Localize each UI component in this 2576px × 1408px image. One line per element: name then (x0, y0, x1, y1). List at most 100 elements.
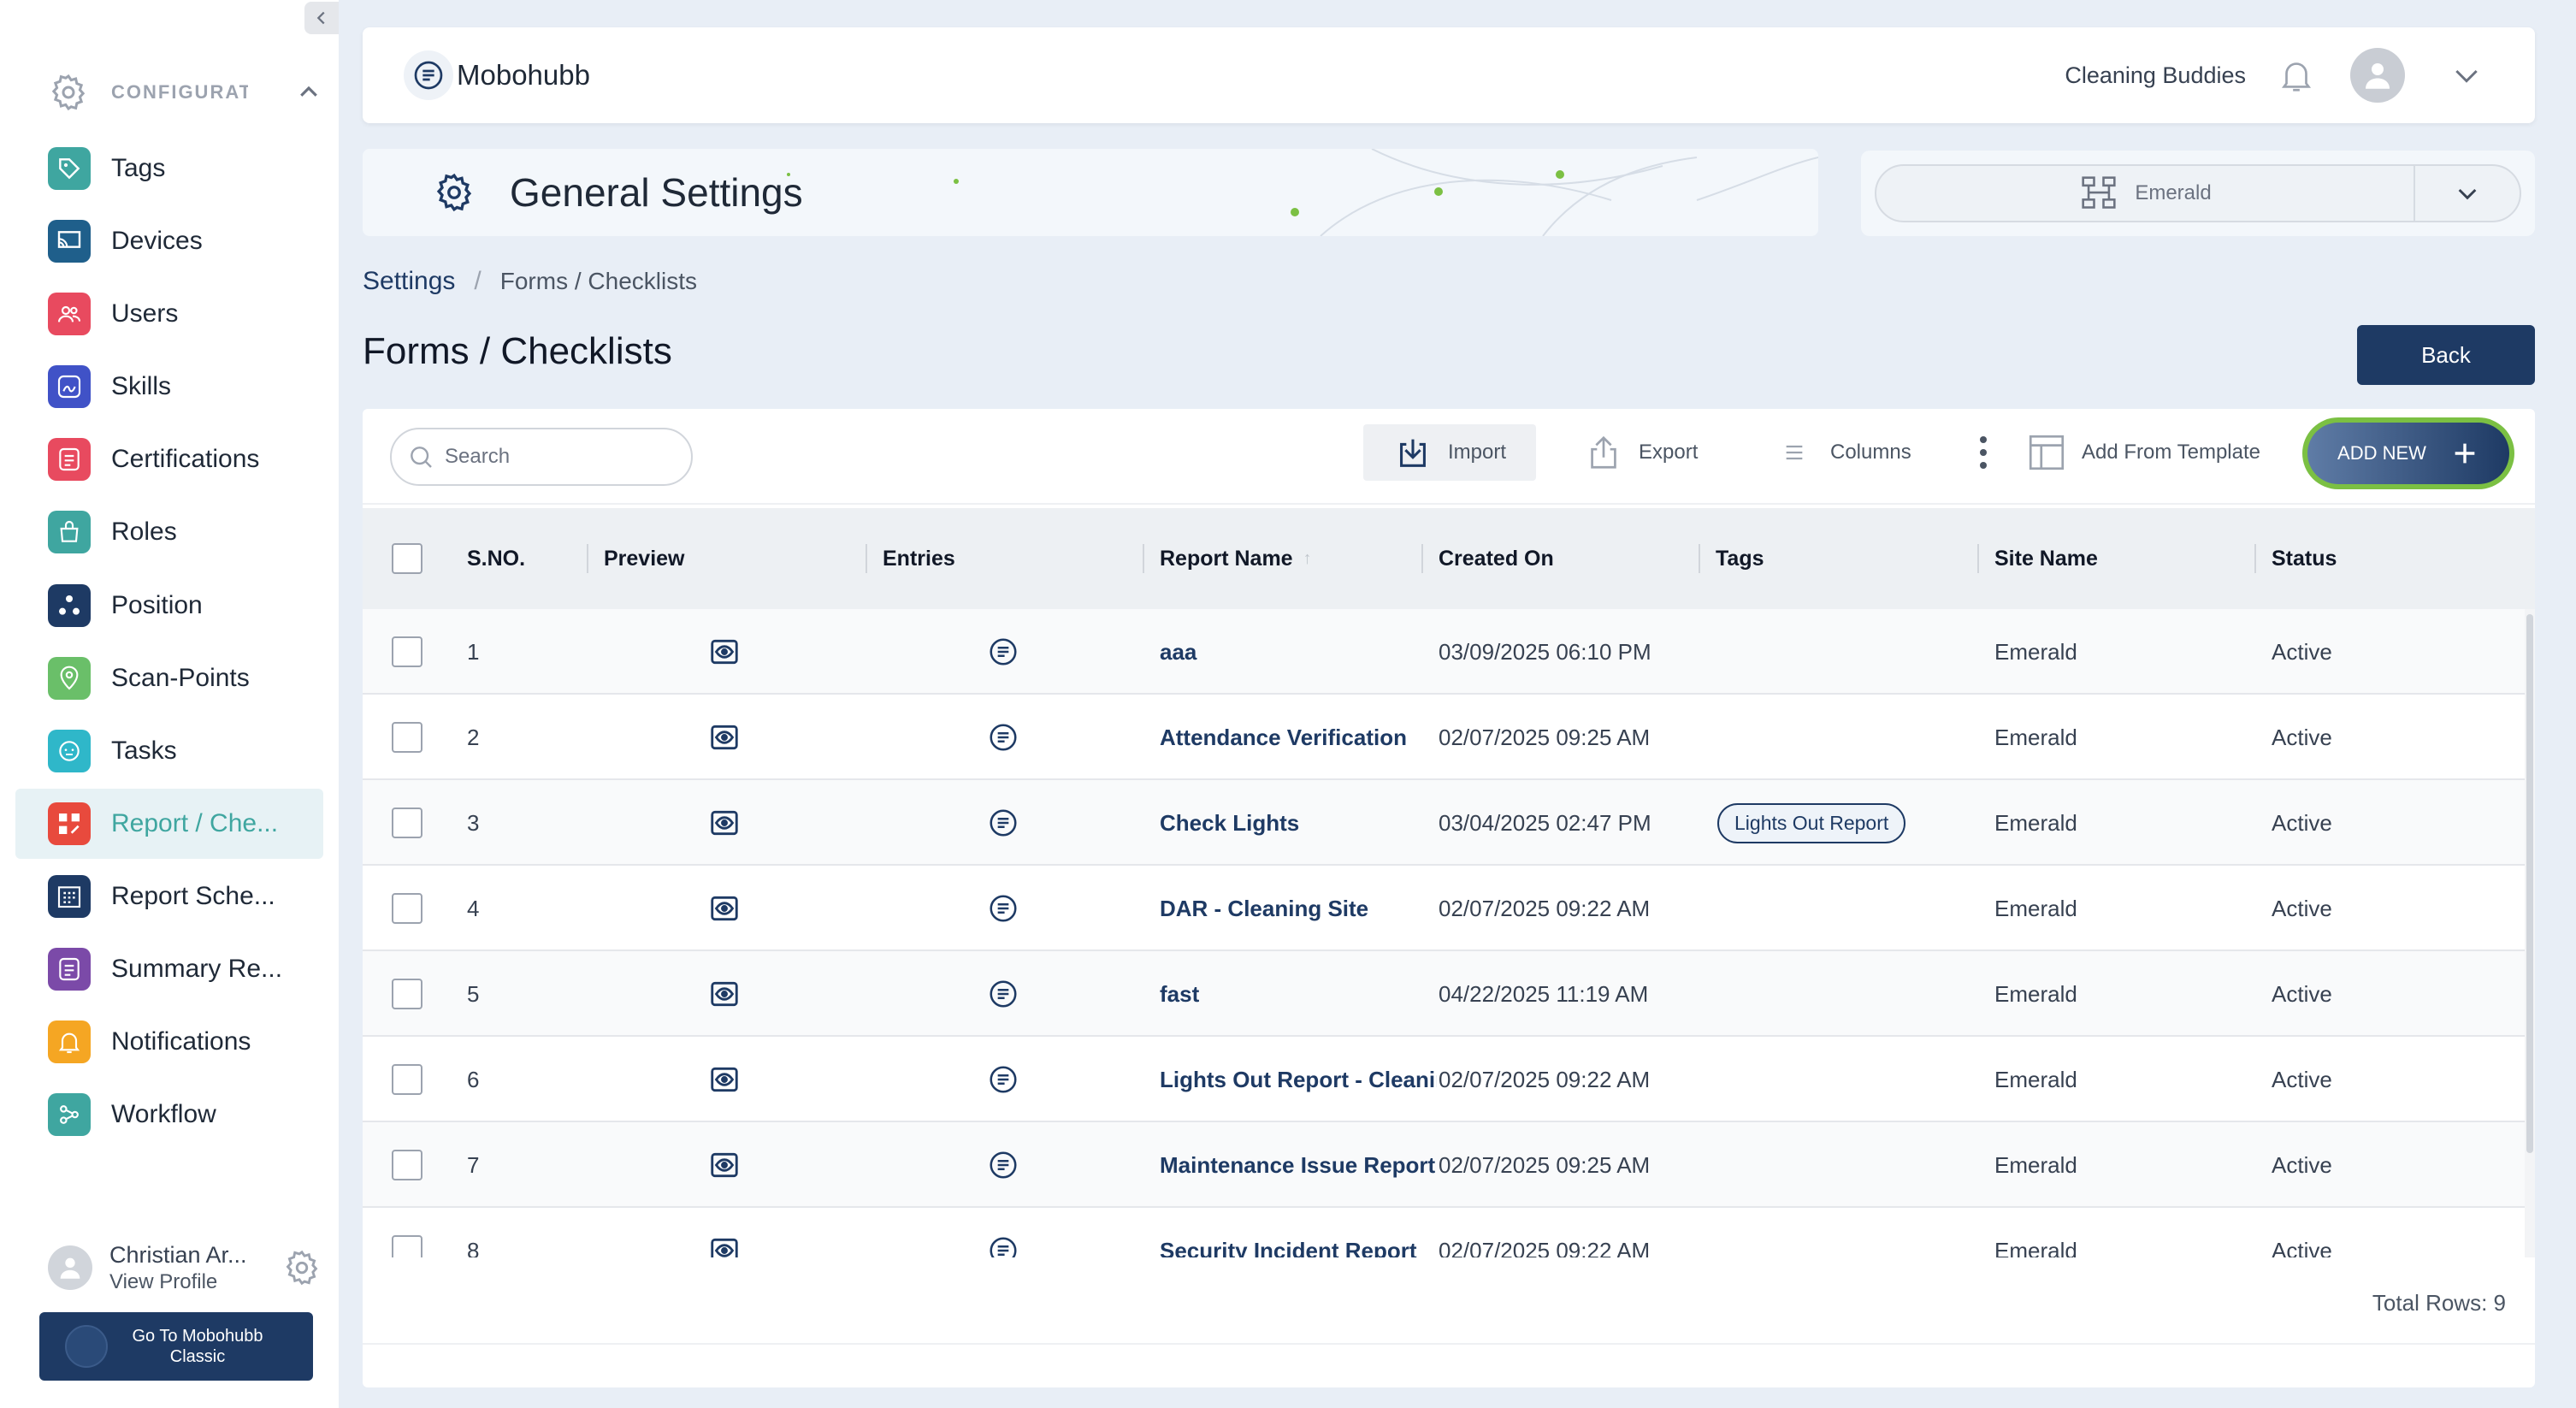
entries-list-icon[interactable] (987, 1149, 1019, 1181)
entries-list-icon[interactable] (987, 892, 1019, 925)
sidebar-item-label: Skills (111, 372, 172, 400)
template-icon (2029, 435, 2065, 470)
sidebar-item-calendar[interactable]: Report Sche... (15, 861, 323, 932)
chevron-down-icon[interactable] (2449, 58, 2484, 92)
entries-list-icon[interactable] (987, 721, 1019, 754)
plus-icon (2455, 443, 2475, 464)
column-header-preview[interactable]: Preview (587, 508, 685, 609)
row-sno: 3 (467, 809, 480, 836)
sidebar-item-summary[interactable]: Summary Re... (15, 934, 323, 1004)
breadcrumb-settings-link[interactable]: Settings (363, 267, 455, 296)
sort-arrow-icon: ↑ (1303, 548, 1312, 568)
table-row[interactable]: 1 aaa 03/09/2025 06:10 PM Emerald Active (363, 609, 2525, 695)
preview-eye-icon[interactable] (708, 1149, 741, 1181)
column-header-sno[interactable]: S.NO. (467, 508, 525, 609)
table-row[interactable]: 4 DAR - Cleaning Site 02/07/2025 09:22 AM E… (363, 866, 2525, 951)
entries-list-icon[interactable] (987, 807, 1019, 839)
row-checkbox[interactable] (392, 979, 422, 1009)
preview-eye-icon[interactable] (708, 1234, 741, 1257)
column-header-entries[interactable]: Entries (866, 508, 955, 609)
add-from-template-button[interactable]: Add From Template (2025, 424, 2260, 481)
preview-eye-icon[interactable] (708, 892, 741, 925)
column-header-site-name[interactable]: Site Name (1977, 508, 2098, 609)
select-all-checkbox[interactable] (392, 543, 422, 574)
preview-eye-icon[interactable] (708, 807, 741, 839)
table-scrollbar[interactable] (2525, 609, 2535, 1257)
back-button[interactable]: Back (2357, 325, 2535, 385)
column-header-created-on[interactable]: Created On (1421, 508, 1554, 609)
row-report-name-link[interactable]: Lights Out Report - Cleaning (1160, 1037, 1437, 1122)
import-button[interactable]: Import (1363, 424, 1536, 481)
sidebar-item-skills[interactable]: Skills (15, 352, 323, 422)
configuration-section-header[interactable]: CONFIGURAT (48, 72, 322, 113)
divider (363, 1343, 2535, 1345)
row-checkbox[interactable] (392, 636, 422, 667)
row-report-name-link[interactable]: Check Lights (1160, 780, 1437, 866)
settings-gear-icon[interactable] (282, 1248, 322, 1287)
preview-eye-icon[interactable] (708, 978, 741, 1010)
chevron-down-icon (2458, 188, 2477, 200)
column-header-status[interactable]: Status (2254, 508, 2337, 609)
row-checkbox[interactable] (392, 1064, 422, 1095)
table-row[interactable]: 5 fast 04/22/2025 11:19 AM Emerald Active (363, 951, 2525, 1037)
column-header-tags[interactable]: Tags (1699, 508, 1764, 609)
sidebar-item-certificate[interactable]: Certifications (15, 424, 323, 494)
sidebar-item-bell[interactable]: Notifications (15, 1007, 323, 1077)
table-row[interactable]: 2 Attendance Verification 02/07/2025 09:25… (363, 695, 2525, 780)
table-row[interactable]: 3 Check Lights 03/04/2025 02:47 PM Lights O… (363, 780, 2525, 866)
entries-list-icon[interactable] (987, 636, 1019, 668)
row-report-name-link[interactable]: aaa (1160, 609, 1437, 695)
row-checkbox[interactable] (392, 722, 422, 753)
sidebar-item-tag[interactable]: Tags (15, 133, 323, 204)
column-header-report-name[interactable]: Report Name ↑ (1143, 508, 1312, 609)
row-checkbox[interactable] (392, 893, 422, 924)
avatar[interactable] (2350, 48, 2405, 103)
site-selector-value[interactable]: Emerald (1876, 166, 2415, 221)
export-button[interactable]: Export (1584, 424, 1698, 481)
sidebar-item-workflow[interactable]: Workflow (15, 1080, 323, 1150)
preview-eye-icon[interactable] (708, 636, 741, 668)
entries-list-icon[interactable] (987, 1063, 1019, 1096)
row-checkbox[interactable] (392, 808, 422, 838)
table-body: 1 aaa 03/09/2025 06:10 PM Emerald Active 2 Att… (363, 609, 2535, 1257)
table-row[interactable]: 6 Lights Out Report - Cleaning 02/07/2025 … (363, 1037, 2525, 1122)
sidebar-item-position[interactable]: Position (15, 571, 323, 641)
sidebar-item-location-pin[interactable]: Scan-Points (15, 643, 323, 713)
site-dropdown-toggle[interactable] (2415, 180, 2520, 207)
preview-eye-icon[interactable] (708, 1063, 741, 1096)
user-profile[interactable]: Christian Ar... View Profile (48, 1237, 322, 1299)
row-report-name-link[interactable]: Attendance Verification (1160, 695, 1437, 780)
add-new-button[interactable]: ADD NEW (2302, 417, 2514, 489)
sidebar-item-tasks[interactable]: Tasks (15, 716, 323, 786)
row-site-name: Emerald (1994, 724, 2077, 750)
table-row[interactable]: 7 Maintenance Issue Report 02/07/2025 09:2… (363, 1122, 2525, 1208)
go-to-classic-button[interactable]: Go To Mobohubb Classic (39, 1312, 313, 1381)
site-selector[interactable]: Emerald (1875, 164, 2521, 222)
row-status: Active (2272, 1237, 2332, 1258)
search-input[interactable] (445, 445, 684, 469)
row-checkbox[interactable] (392, 1150, 422, 1180)
sidebar-item-roles[interactable]: Roles (15, 497, 323, 567)
row-checkbox[interactable] (392, 1235, 422, 1257)
search-box[interactable] (390, 428, 693, 486)
row-created-on: 04/22/2025 11:19 AM (1439, 980, 1649, 1007)
entries-list-icon[interactable] (987, 1234, 1019, 1257)
table-row[interactable]: 8 Security Incident Report 02/07/2025 09:2… (363, 1208, 2525, 1257)
collapse-sidebar-button[interactable] (304, 2, 339, 34)
row-report-name-link[interactable]: DAR - Cleaning Site (1160, 866, 1437, 951)
row-report-name-link[interactable]: fast (1160, 951, 1437, 1037)
more-options-button[interactable] (1970, 424, 1996, 481)
sidebar-item-cast[interactable]: Devices (15, 206, 323, 276)
sidebar-item-report[interactable]: Report / Che... (15, 789, 323, 859)
view-profile-link[interactable]: View Profile (109, 1270, 272, 1294)
preview-eye-icon[interactable] (708, 721, 741, 754)
entries-list-icon[interactable] (987, 978, 1019, 1010)
bell-icon[interactable] (2277, 56, 2316, 95)
row-report-name-link[interactable]: Security Incident Report (1160, 1208, 1437, 1258)
sidebar-item-users[interactable]: Users (15, 279, 323, 349)
row-report-name-link[interactable]: Maintenance Issue Report (1160, 1122, 1437, 1208)
row-checkbox-cell (392, 866, 422, 951)
scrollbar-thumb[interactable] (2526, 614, 2533, 1153)
columns-button[interactable]: Columns (1782, 424, 1911, 481)
add-from-template-label: Add From Template (2082, 441, 2260, 464)
